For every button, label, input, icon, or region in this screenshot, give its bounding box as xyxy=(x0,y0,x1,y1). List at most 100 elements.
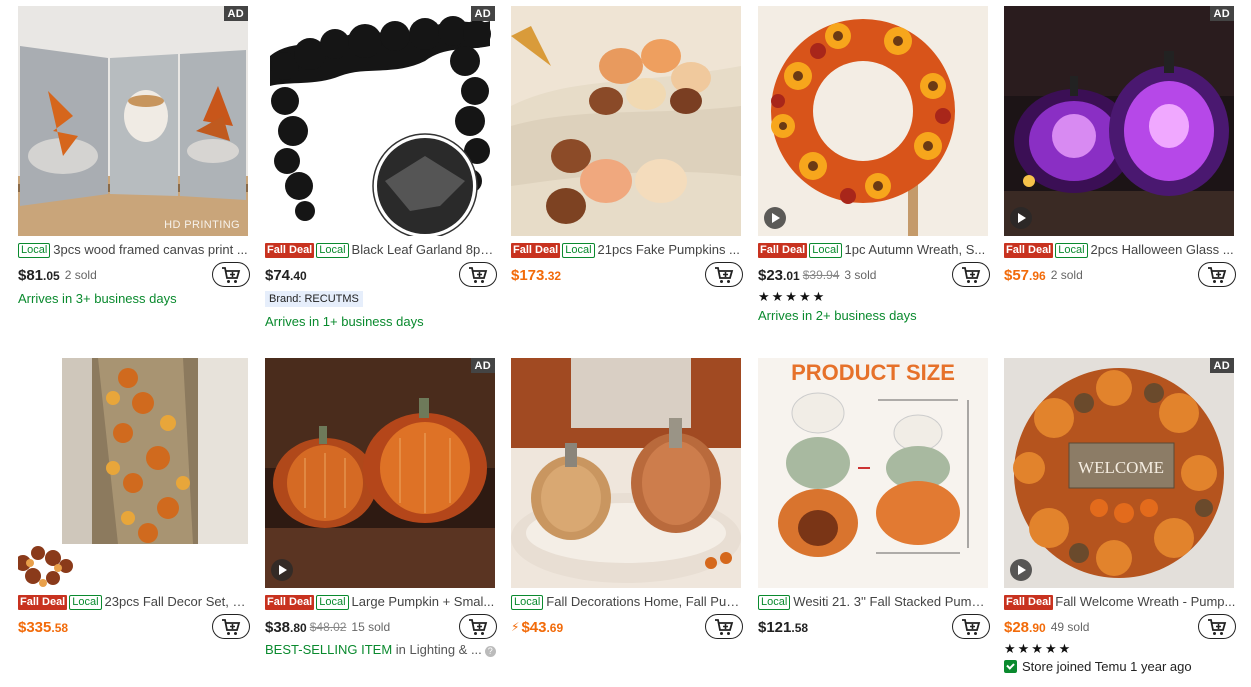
sold-count: 2 sold xyxy=(64,268,97,282)
brand-tag[interactable]: Brand: RECUTMS xyxy=(265,291,363,307)
add-to-cart-button[interactable] xyxy=(952,262,990,287)
delivery-estimate: Arrives in 2+ business days xyxy=(758,308,917,323)
price: $121.58 xyxy=(758,618,809,636)
product-title-row[interactable]: Fall Deal Local Large Pumpkin + Smal... xyxy=(265,593,497,611)
fall-deal-badge: Fall Deal xyxy=(758,242,808,258)
add-to-cart-button[interactable] xyxy=(459,614,497,639)
product-card[interactable]: Fall Deal Local 23pcs Fall Decor Set, 6.… xyxy=(18,358,250,640)
fall-deal-badge: Fall Deal xyxy=(1004,594,1054,610)
product-title-row[interactable]: Local Fall Decorations Home, Fall Pum... xyxy=(511,593,743,611)
play-video-icon[interactable] xyxy=(1010,207,1032,229)
lightning-deal-icon: ⚡ xyxy=(511,620,520,634)
product-title-row[interactable]: Fall Deal Local 23pcs Fall Decor Set, 6.… xyxy=(18,593,250,611)
product-card[interactable]: WELCOME AD Fall Deal Fall Welcome Wreath… xyxy=(1004,358,1236,674)
product-card[interactable]: AD Fall Deal Local 2pcs Halloween Glass … xyxy=(1004,6,1236,288)
price: $173.32 xyxy=(511,266,562,284)
local-badge: Local xyxy=(758,594,791,610)
add-to-cart-button[interactable] xyxy=(952,614,990,639)
fall-deal-badge: Fall Deal xyxy=(511,242,561,258)
local-badge: Local xyxy=(511,594,544,610)
product-card[interactable]: AD Fall Deal Local Large Pumpkin + Smal.… xyxy=(265,358,497,657)
product-image[interactable]: AD xyxy=(1004,6,1234,236)
local-badge: Local xyxy=(1055,242,1088,258)
best-selling-label[interactable]: BEST-SELLING ITEM in Lighting & ...? xyxy=(265,642,497,657)
product-title[interactable]: 23pcs Fall Decor Set, 6... xyxy=(105,593,250,611)
play-video-icon[interactable] xyxy=(1010,559,1032,581)
local-badge: Local xyxy=(809,242,842,258)
add-to-cart-button[interactable] xyxy=(212,262,250,287)
local-badge: Local xyxy=(69,594,102,610)
add-to-cart-button[interactable] xyxy=(705,262,743,287)
local-badge: Local xyxy=(316,594,349,610)
play-video-icon[interactable] xyxy=(764,207,786,229)
product-title-row[interactable]: Fall Deal Local 2pcs Halloween Glass ... xyxy=(1004,241,1236,259)
fall-deal-badge: Fall Deal xyxy=(18,594,68,610)
product-title-row[interactable]: Fall Deal Fall Welcome Wreath - Pump... xyxy=(1004,593,1236,611)
price-row: $57.96 2 sold xyxy=(1004,262,1236,288)
product-title-row[interactable]: Fall Deal Local 21pcs Fake Pumpkins ... xyxy=(511,241,743,259)
original-price: $39.94 xyxy=(802,268,840,282)
fall-deal-badge: Fall Deal xyxy=(1004,242,1054,258)
add-to-cart-button[interactable] xyxy=(1198,614,1236,639)
image-caption: WELCOME xyxy=(1078,458,1164,477)
price-row: $23.01 $39.94 3 sold xyxy=(758,262,990,288)
price: $38.80 xyxy=(265,618,307,636)
ad-badge: AD xyxy=(223,6,248,21)
sold-count: 49 sold xyxy=(1050,620,1090,634)
product-image[interactable]: AD xyxy=(265,358,495,588)
product-title[interactable]: Fall Decorations Home, Fall Pum... xyxy=(546,593,743,611)
price-row: $173.32 xyxy=(511,262,743,288)
product-image[interactable] xyxy=(758,6,988,236)
ad-badge: AD xyxy=(1209,358,1234,373)
cart-icon xyxy=(469,618,488,635)
product-card[interactable]: Fall Deal Local 21pcs Fake Pumpkins ... … xyxy=(511,6,743,288)
product-title-row[interactable]: Local Wesiti 21. 3'' Fall Stacked Pumpk.… xyxy=(758,593,990,611)
price: $28.90 xyxy=(1004,618,1046,636)
cart-icon xyxy=(715,618,734,635)
ad-badge: AD xyxy=(470,6,495,21)
product-image[interactable] xyxy=(511,358,741,588)
add-to-cart-button[interactable] xyxy=(705,614,743,639)
add-to-cart-button[interactable] xyxy=(212,614,250,639)
product-title[interactable]: 2pcs Halloween Glass ... xyxy=(1091,241,1234,259)
product-title[interactable]: Black Leaf Garland 8pc... xyxy=(352,241,497,259)
add-to-cart-button[interactable] xyxy=(459,262,497,287)
product-image[interactable]: WELCOME AD xyxy=(1004,358,1234,588)
product-title-row[interactable]: Local 3pcs wood framed canvas print ... xyxy=(18,241,250,259)
product-image[interactable] xyxy=(18,358,248,588)
product-title[interactable]: Wesiti 21. 3'' Fall Stacked Pumpk... xyxy=(793,593,990,611)
product-title[interactable]: Fall Welcome Wreath - Pump... xyxy=(1055,593,1235,611)
fall-deal-badge: Fall Deal xyxy=(265,594,315,610)
play-video-icon[interactable] xyxy=(271,559,293,581)
product-card[interactable]: Fall Deal Local 1pc Autumn Wreath, S... … xyxy=(758,6,990,325)
product-title-row[interactable]: Fall Deal Local Black Leaf Garland 8pc..… xyxy=(265,241,497,259)
product-image[interactable] xyxy=(511,6,741,236)
price-row: $38.80 $48.02 15 sold xyxy=(265,614,497,640)
product-title[interactable]: 21pcs Fake Pumpkins ... xyxy=(598,241,740,259)
price-row: $28.90 49 sold xyxy=(1004,614,1236,640)
product-title[interactable]: 3pcs wood framed canvas print ... xyxy=(53,241,247,259)
cart-icon xyxy=(469,266,488,283)
product-title[interactable]: Large Pumpkin + Smal... xyxy=(352,593,495,611)
cart-icon xyxy=(1208,266,1227,283)
price-row: $81.05 2 sold xyxy=(18,262,250,288)
ad-badge: AD xyxy=(1209,6,1234,21)
ad-badge: AD xyxy=(470,358,495,373)
product-card[interactable]: AD HD PRINTING Local 3pcs wood framed ca… xyxy=(18,6,250,308)
image-caption: PRODUCT SIZE xyxy=(791,360,955,385)
price: $335.58 xyxy=(18,618,69,636)
product-title[interactable]: 1pc Autumn Wreath, S... xyxy=(845,241,986,259)
product-image[interactable]: PRODUCT SIZE xyxy=(758,358,988,588)
cart-icon xyxy=(962,266,981,283)
price: $74.40 xyxy=(265,266,307,284)
product-card[interactable]: PRODUCT SIZE Local Wesiti 21. 3'' Fall S… xyxy=(758,358,990,640)
product-image[interactable]: AD HD PRINTING xyxy=(18,6,248,236)
product-image[interactable]: AD xyxy=(265,6,495,236)
sold-count: 2 sold xyxy=(1050,268,1083,282)
product-card[interactable]: Local Fall Decorations Home, Fall Pum...… xyxy=(511,358,743,640)
product-card[interactable]: AD Fall Deal Local Black Leaf Garland 8p… xyxy=(265,6,497,331)
add-to-cart-button[interactable] xyxy=(1198,262,1236,287)
store-joined-label[interactable]: Store joined Temu 1 year ago xyxy=(1004,659,1236,674)
product-title-row[interactable]: Fall Deal Local 1pc Autumn Wreath, S... xyxy=(758,241,990,259)
info-icon[interactable]: ? xyxy=(484,646,496,657)
